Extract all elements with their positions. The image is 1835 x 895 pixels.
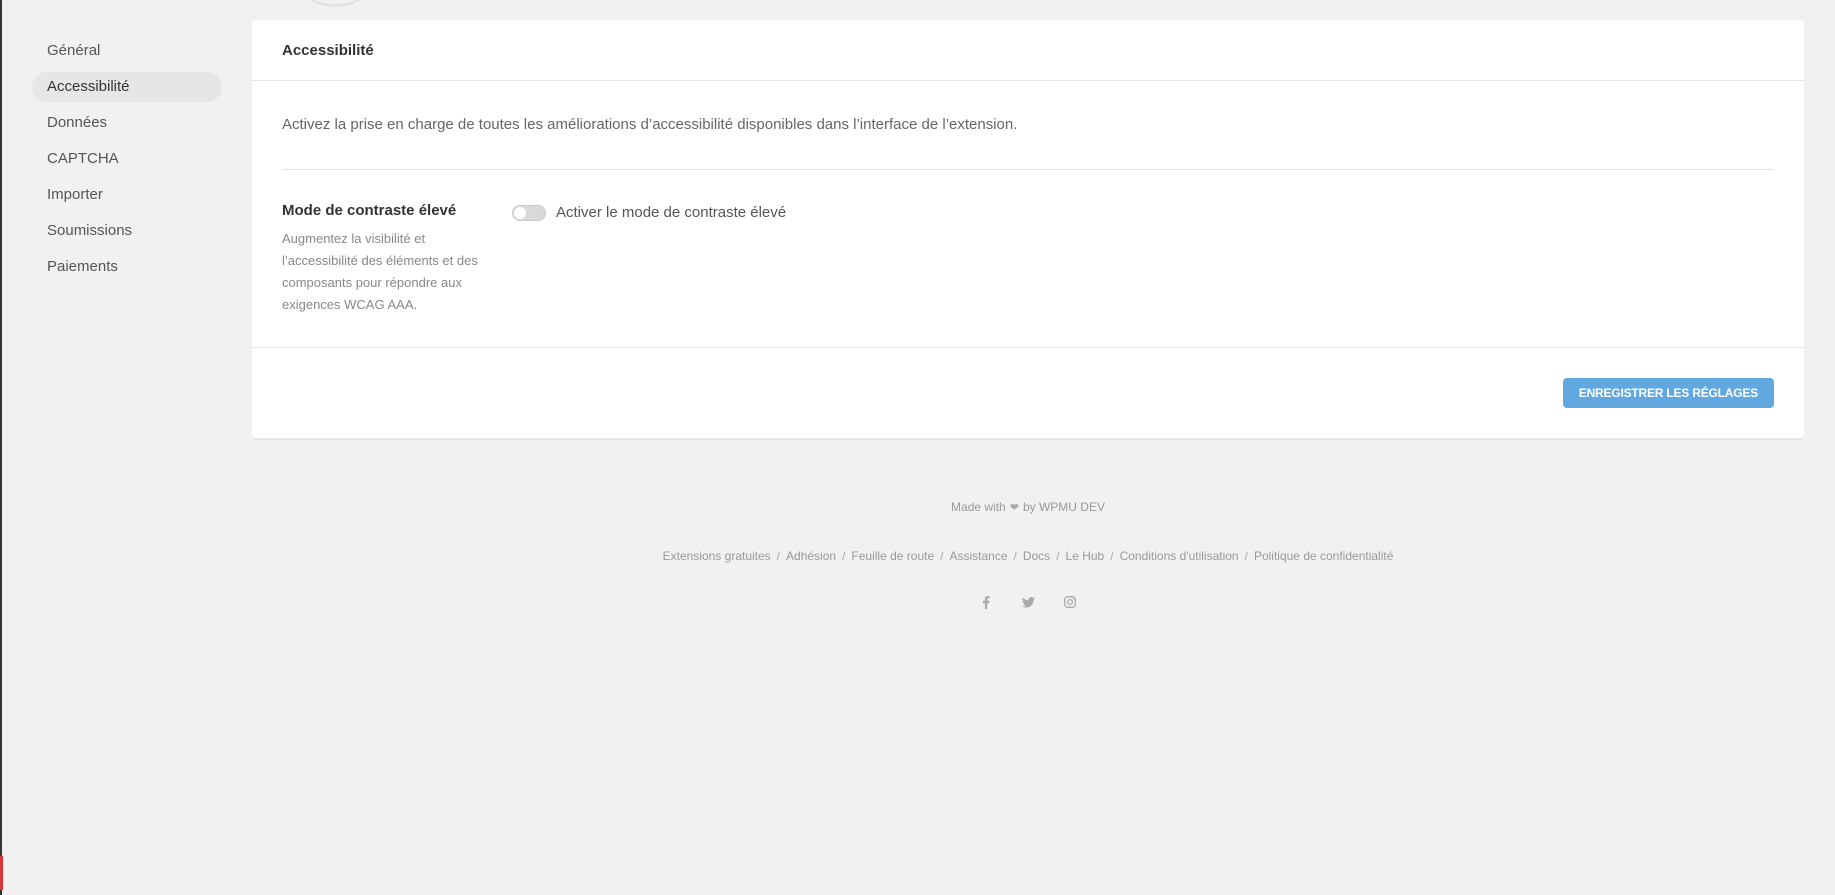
- sidebar-item-import[interactable]: Importer: [32, 180, 222, 210]
- high-contrast-toggle[interactable]: [512, 205, 546, 221]
- sidebar-item-submissions[interactable]: Soumissions: [32, 216, 222, 246]
- save-settings-button[interactable]: ENREGISTRER LES RÉGLAGES: [1562, 378, 1774, 408]
- footer-link-membership[interactable]: Adhésion: [786, 549, 836, 563]
- box-header: Accessibilité: [252, 20, 1804, 81]
- setting-title: Mode de contraste élevé: [282, 202, 457, 219]
- footer-link-support[interactable]: Assistance: [949, 549, 1007, 563]
- box-body: Activez la prise en charge de toutes les…: [252, 81, 1804, 346]
- footer-link-docs[interactable]: Docs: [1023, 549, 1050, 563]
- sidebar-item-data[interactable]: Données: [32, 108, 222, 138]
- footer-links: Extensions gratuites / Adhésion / Feuille de…: [662, 549, 1394, 563]
- sidebar-item-captcha[interactable]: CAPTCHA: [32, 144, 222, 174]
- sidebar-item-accessibility[interactable]: Accessibilité: [32, 72, 222, 102]
- sidebar-item-payments[interactable]: Paiements: [32, 252, 222, 282]
- high-contrast-setting: Mode de contraste élevé Augmentez la vis…: [282, 170, 1774, 346]
- made-with-text: Made with: [951, 500, 1006, 514]
- intro-text: Activez la prise en charge de toutes les…: [282, 81, 1774, 170]
- setting-label-column: Mode de contraste élevé Augmentez la vis…: [282, 202, 512, 316]
- header-avatar-edge: [300, 0, 370, 7]
- setting-control: Activer le mode de contraste élevé: [512, 202, 786, 316]
- footer-link-roadmap[interactable]: Feuille de route: [851, 549, 934, 563]
- made-by-text: by WPMU DEV: [1022, 500, 1105, 514]
- box-title: Accessibilité: [282, 41, 374, 59]
- footer-link-hub[interactable]: Le Hub: [1066, 549, 1105, 563]
- sidebar-item-general[interactable]: Général: [32, 36, 222, 66]
- setting-description: Augmentez la visibilité et l’accessibili…: [282, 231, 478, 312]
- made-with-line: Made with ❤ by WPMU DEV: [252, 500, 1804, 514]
- toggle-label[interactable]: Activer le mode de contraste élevé: [556, 204, 786, 221]
- accessibility-settings-box: Accessibilité Activez la prise en charge…: [252, 20, 1804, 438]
- instagram-icon[interactable]: [1063, 595, 1077, 609]
- social-links: [252, 595, 1804, 609]
- footer-link-terms[interactable]: Conditions d'utilisation: [1120, 549, 1239, 563]
- toggle-knob: [514, 207, 526, 219]
- twitter-icon[interactable]: [1021, 595, 1035, 609]
- settings-sidebar: Général Accessibilité Données CAPTCHA Im…: [32, 36, 222, 288]
- page-footer: Made with ❤ by WPMU DEV Extensions gratuit…: [252, 500, 1804, 609]
- window-edge: [0, 0, 2, 895]
- footer-link-free-extensions[interactable]: Extensions gratuites: [663, 549, 771, 563]
- heart-icon: ❤: [1009, 502, 1019, 514]
- box-footer: ENREGISTRER LES RÉGLAGES: [252, 347, 1804, 438]
- facebook-icon[interactable]: [979, 595, 993, 609]
- edge-marker: [0, 856, 3, 890]
- footer-link-privacy[interactable]: Politique de confidentialité: [1254, 549, 1393, 563]
